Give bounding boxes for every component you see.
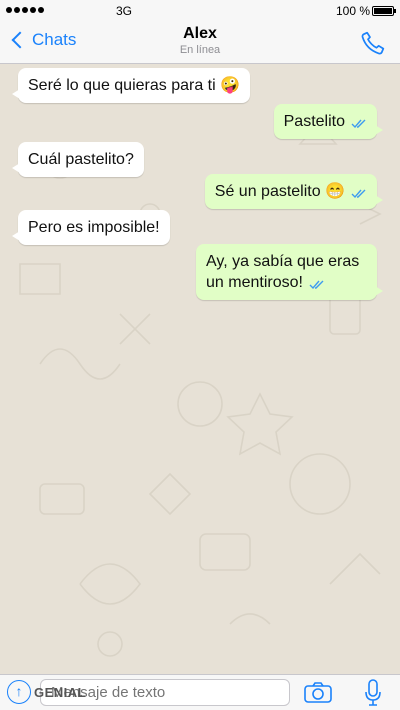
message-outgoing[interactable]: Ay, ya sabía que eras un mentiroso!	[196, 244, 383, 300]
message-text: Sé un pastelito 😁	[214, 183, 345, 200]
battery-percent: 100 %	[336, 4, 371, 18]
read-ticks-icon	[351, 119, 366, 129]
phone-icon[interactable]	[360, 30, 386, 56]
watermark-logo: GENIAL	[34, 685, 87, 700]
microphone-icon[interactable]	[364, 679, 382, 707]
chat-area[interactable]: Seré lo que quieras para ti 🤪 Pastelito …	[0, 64, 400, 674]
battery-icon	[372, 6, 396, 16]
status-bar: 3G 100 %	[0, 0, 400, 22]
message-text: Seré lo que quieras para ti 🤪	[28, 77, 241, 94]
message-text: Ay, ya sabía que eras un mentiroso!	[206, 253, 360, 291]
message-outgoing[interactable]: Pastelito	[273, 104, 384, 139]
read-ticks-icon	[351, 189, 366, 199]
message-incoming[interactable]: Seré lo que quieras para ti 🤪	[11, 68, 251, 103]
message-text: Pastelito	[283, 113, 345, 130]
message-outgoing[interactable]: Sé un pastelito 😁	[204, 174, 384, 209]
contact-status: En línea	[179, 44, 221, 56]
message-incoming[interactable]: Cuál pastelito?	[12, 142, 144, 177]
contact-name[interactable]: Alex	[0, 25, 400, 43]
message-text: Pero es imposible!	[28, 219, 160, 236]
message-text: Cuál pastelito?	[28, 151, 134, 168]
signal-icon	[6, 7, 44, 13]
read-ticks-icon	[309, 280, 324, 290]
upload-icon[interactable]: ↑	[7, 680, 31, 704]
chat-header: Chats Alex En línea	[0, 22, 400, 64]
camera-icon[interactable]	[304, 681, 332, 703]
network-type: 3G	[116, 4, 133, 18]
message-composer: ↑ GENIAL	[0, 674, 400, 710]
message-incoming[interactable]: Pero es imposible!	[12, 210, 170, 245]
